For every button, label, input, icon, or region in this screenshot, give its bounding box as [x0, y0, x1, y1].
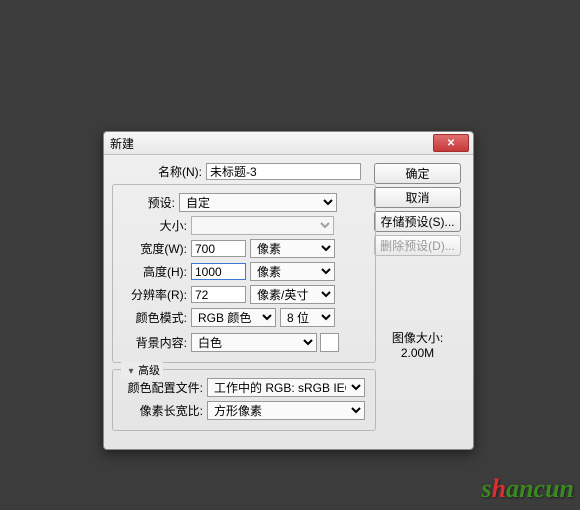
bg-label: 背景内容: [119, 334, 191, 351]
watermark: shancun [481, 474, 574, 504]
name-input[interactable] [206, 163, 361, 180]
new-document-dialog: 新建 ✕ 确定 取消 存储预设(S)... 删除预设(D)... 图像大小: 2… [103, 131, 474, 450]
color-mode-select[interactable]: RGB 颜色 [191, 308, 276, 327]
aspect-label: 像素长宽比: [119, 402, 207, 419]
profile-select[interactable]: 工作中的 RGB: sRGB IEC619... [207, 378, 365, 397]
resolution-input[interactable] [191, 286, 246, 303]
resolution-unit-select[interactable]: 像素/英寸 [250, 285, 335, 304]
color-mode-label: 颜色模式: [119, 309, 191, 326]
resolution-label: 分辨率(R): [119, 286, 191, 303]
preset-select[interactable]: 自定 [179, 193, 337, 212]
width-unit-select[interactable]: 像素 [250, 239, 335, 258]
size-select [191, 216, 334, 235]
image-size-label: 图像大小: [392, 329, 443, 346]
bg-select[interactable]: 白色 [191, 333, 317, 352]
aspect-select[interactable]: 方形像素 [207, 401, 365, 420]
image-size-value: 2.00M [392, 346, 443, 360]
image-size-info: 图像大小: 2.00M [392, 329, 443, 360]
ok-button[interactable]: 确定 [374, 163, 461, 184]
color-depth-select[interactable]: 8 位 [280, 308, 335, 327]
preset-label: 预设: [119, 194, 179, 211]
titlebar[interactable]: 新建 ✕ [104, 132, 473, 155]
cancel-button[interactable]: 取消 [374, 187, 461, 208]
height-label: 高度(H): [119, 263, 191, 280]
advanced-label: 高级 [138, 365, 160, 377]
width-label: 宽度(W): [119, 240, 191, 257]
height-unit-select[interactable]: 像素 [250, 262, 335, 281]
bg-color-swatch[interactable] [320, 333, 339, 352]
profile-label: 颜色配置文件: [119, 379, 207, 396]
delete-preset-button: 删除预设(D)... [374, 235, 461, 256]
dialog-title: 新建 [108, 135, 134, 152]
button-column: 确定 取消 存储预设(S)... 删除预设(D)... 图像大小: 2.00M [374, 163, 461, 360]
height-input[interactable] [191, 263, 246, 280]
chevron-down-icon[interactable]: ▾ [124, 365, 138, 379]
width-input[interactable] [191, 240, 246, 257]
name-label: 名称(N): [112, 163, 206, 180]
size-label: 大小: [119, 217, 191, 234]
close-button[interactable]: ✕ [433, 134, 469, 152]
save-preset-button[interactable]: 存储预设(S)... [374, 211, 461, 232]
